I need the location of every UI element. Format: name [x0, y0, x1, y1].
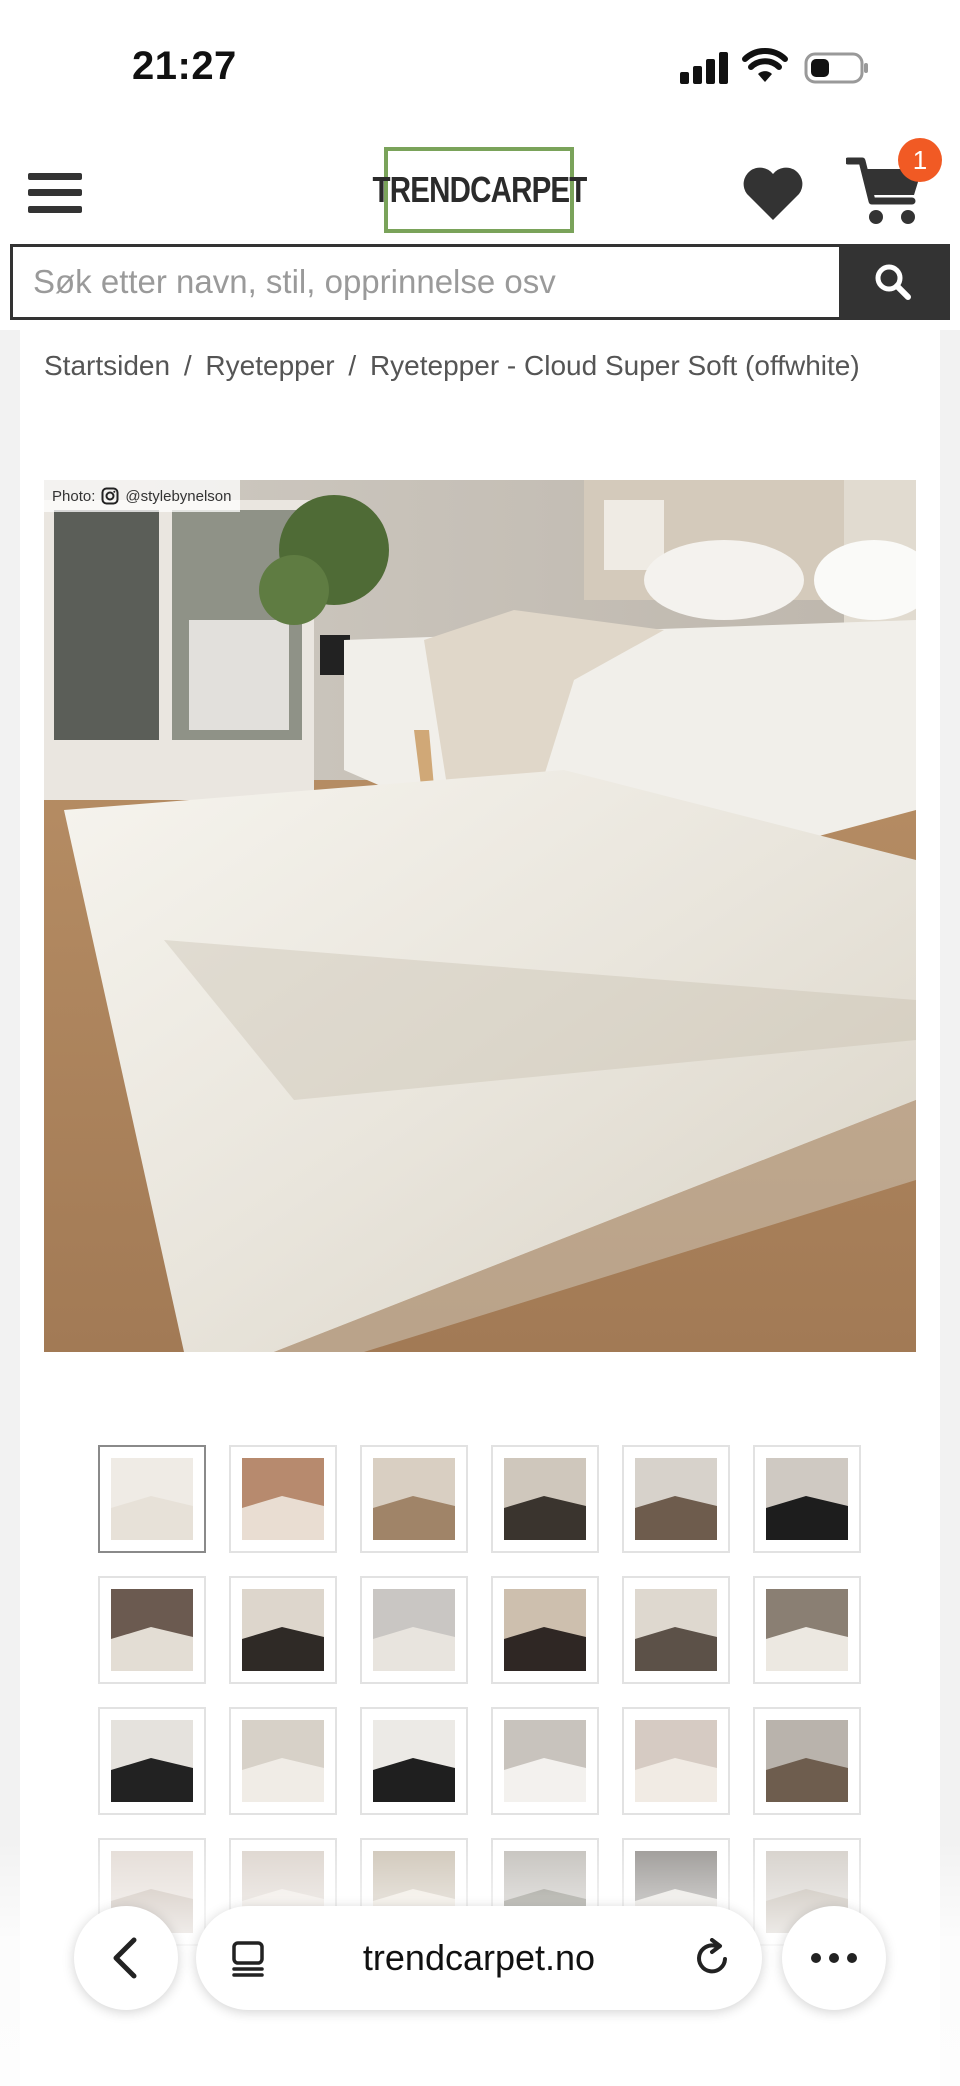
thumbnail-image — [242, 1458, 324, 1540]
url-text: trendcarpet.no — [362, 1937, 596, 1978]
address-bar[interactable]: trendcarpet.no — [196, 1906, 762, 2010]
breadcrumb-separator: / — [348, 350, 357, 381]
thumbnail-item[interactable] — [98, 1707, 206, 1815]
thumbnail-image — [635, 1720, 717, 1802]
menu-icon[interactable] — [28, 173, 82, 213]
breadcrumb-separator: / — [183, 350, 192, 381]
more-options-button[interactable] — [782, 1906, 886, 2010]
thumbnail-image — [111, 1720, 193, 1802]
thumbnail-item[interactable] — [491, 1707, 599, 1815]
wifi-icon — [742, 48, 788, 82]
search-button[interactable] — [839, 247, 947, 317]
thumbnail-image — [111, 1458, 193, 1540]
thumbnail-item[interactable] — [360, 1707, 468, 1815]
thumbnail-item[interactable] — [229, 1576, 337, 1684]
thumbnail-image — [766, 1589, 848, 1671]
thumbnail-image — [635, 1458, 717, 1540]
thumbnail-image — [635, 1589, 717, 1671]
photo-credit-label: Photo: — [52, 487, 96, 505]
thumbnail-item[interactable] — [491, 1445, 599, 1553]
thumbnail-item[interactable] — [622, 1445, 730, 1553]
back-button[interactable] — [74, 1906, 178, 2010]
thumbnail-item[interactable] — [753, 1445, 861, 1553]
thumbnail-image — [504, 1720, 586, 1802]
thumbnail-image — [766, 1458, 848, 1540]
breadcrumb-item-category[interactable]: Ryetepper — [205, 350, 334, 381]
reload-icon[interactable] — [692, 1938, 732, 1978]
thumbnail-item[interactable] — [491, 1576, 599, 1684]
status-time: 21:27 — [132, 44, 237, 88]
thumbnail-item[interactable] — [229, 1445, 337, 1553]
thumbnail-item[interactable] — [753, 1707, 861, 1815]
status-bar: 21:27 — [0, 0, 960, 130]
page-gutter-right — [940, 330, 960, 2086]
breadcrumb-item-current: Ryetepper - Cloud Super Soft (offwhite) — [369, 350, 860, 381]
instagram-icon — [101, 487, 119, 505]
cellular-signal-icon — [680, 52, 730, 84]
thumbnail-image — [766, 1720, 848, 1802]
site-logo[interactable]: TRENDCARPET — [372, 147, 587, 233]
thumbnail-image — [242, 1720, 324, 1802]
thumbnail-item[interactable] — [622, 1707, 730, 1815]
photo-credit-handle: @stylebynelson — [125, 487, 232, 505]
battery-icon — [804, 52, 868, 84]
more-icon — [811, 1953, 857, 1963]
product-main-image[interactable]: Photo: @stylebynelson — [44, 480, 916, 1352]
site-header: TRENDCARPET — [0, 135, 960, 245]
search-bar — [10, 244, 950, 320]
logo-text: TRENDCARPET — [371, 169, 587, 210]
search-icon — [875, 264, 911, 300]
thumbnail-item[interactable] — [360, 1576, 468, 1684]
thumbnail-image — [373, 1720, 455, 1802]
thumbnail-image — [111, 1589, 193, 1671]
search-input[interactable] — [13, 247, 839, 317]
photo-credit: Photo: @stylebynelson — [44, 480, 240, 512]
product-photo — [44, 480, 916, 1352]
cart-count-badge[interactable]: 1 — [898, 138, 942, 182]
thumbnail-item[interactable] — [753, 1576, 861, 1684]
chevron-left-icon — [113, 1937, 137, 1979]
thumbnail-item[interactable] — [622, 1576, 730, 1684]
thumbnail-item[interactable] — [98, 1445, 206, 1553]
thumbnail-image — [504, 1458, 586, 1540]
thumbnail-image — [504, 1589, 586, 1671]
thumbnail-item[interactable] — [360, 1445, 468, 1553]
thumbnail-image — [242, 1589, 324, 1671]
thumbnail-image — [373, 1589, 455, 1671]
breadcrumb: Startsiden / Ryetepper / Ryetepper - Clo… — [44, 350, 860, 382]
thumbnail-image — [373, 1458, 455, 1540]
heart-icon[interactable] — [740, 163, 806, 223]
thumbnail-item[interactable] — [98, 1576, 206, 1684]
thumbnail-item[interactable] — [229, 1707, 337, 1815]
page-gutter-left — [0, 330, 20, 2086]
breadcrumb-item-home[interactable]: Startsiden — [44, 350, 170, 381]
